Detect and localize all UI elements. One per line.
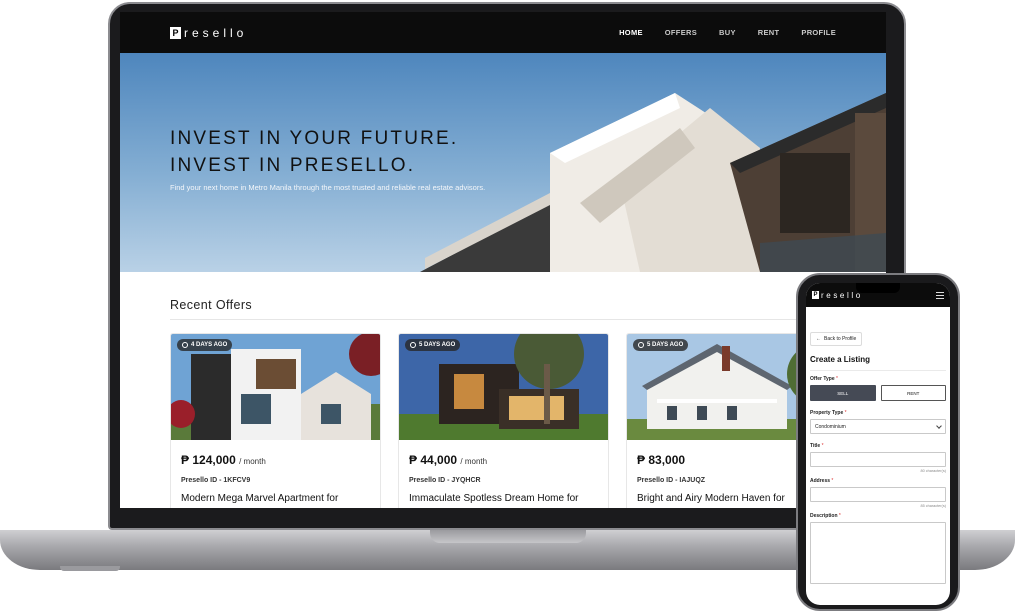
label-text: Address — [810, 478, 831, 484]
presello-id: Presello ID - JYQHCR — [409, 477, 481, 484]
divider — [170, 319, 810, 320]
posted-badge: 5 DAYS AGO — [633, 339, 689, 351]
laptop-screen: P resello HOME OFFERS BUY RENT PROFILE I… — [120, 12, 886, 508]
logo-text: resello — [821, 290, 863, 300]
listing-photo: 4 DAYS AGO — [171, 334, 380, 440]
presello-logo[interactable]: P resello — [812, 291, 863, 300]
label-text: Title — [810, 443, 821, 449]
laptop-opening-notch — [430, 530, 586, 543]
nav-profile[interactable]: PROFILE — [801, 28, 836, 37]
recent-offers-section: Recent Offers 4 DAYS AGO ₱ 124,000 / mon… — [120, 272, 886, 508]
card-body: ₱ 124,000 / month Presello ID - 1KFCV9 M… — [171, 440, 380, 504]
description-textarea[interactable] — [810, 522, 946, 584]
arrow-left-icon: ← — [816, 336, 821, 342]
back-to-profile-button[interactable]: ← Back to Profile — [810, 332, 863, 346]
nav-links: HOME OFFERS BUY RENT PROFILE — [619, 28, 836, 37]
offer-card[interactable]: 4 DAYS AGO ₱ 124,000 / month Presello ID… — [170, 333, 381, 508]
offer-card[interactable]: 5 DAYS AGO ₱ 44,000 / month Presello ID … — [398, 333, 609, 508]
phone-dynamic-island — [856, 283, 900, 293]
property-type-select[interactable]: Condominium — [810, 419, 946, 434]
logo-text: resello — [184, 25, 248, 40]
presello-logo[interactable]: P resello — [170, 26, 247, 40]
posted-badge: 4 DAYS AGO — [177, 339, 233, 351]
title-char-count: 80 character(s) — [920, 469, 946, 473]
hamburger-menu-icon[interactable] — [936, 291, 944, 299]
back-label: Back to Profile — [824, 336, 857, 342]
required-mark: * — [838, 513, 841, 519]
address-label: Address * — [810, 478, 946, 484]
label-text: Property Type — [810, 410, 844, 416]
logo-mark: P — [170, 26, 181, 39]
rent-option[interactable]: RENT — [880, 385, 946, 401]
price: ₱ 44,000 / month — [409, 453, 598, 467]
label-text: Description — [810, 513, 838, 519]
label-text: Offer Type — [810, 376, 835, 382]
chevron-down-icon — [936, 422, 942, 429]
divider — [810, 370, 946, 371]
clock-icon — [410, 342, 416, 348]
card-body: ₱ 44,000 / month Presello ID - JYQHCR Im… — [399, 440, 608, 504]
price: ₱ 124,000 / month — [181, 453, 370, 467]
listing-title[interactable]: Modern Mega Marvel Apartment for — [181, 493, 370, 504]
nav-rent[interactable]: RENT — [758, 28, 780, 37]
hero-banner: INVEST IN YOUR FUTURE. INVEST IN PRESELL… — [120, 53, 886, 272]
create-listing-form: ← Back to Profile Create a Listing Offer… — [806, 307, 950, 584]
sell-option[interactable]: SELL — [810, 385, 876, 401]
offer-type-toggle: SELL RENT — [810, 385, 946, 401]
device-mockup: P resello HOME OFFERS BUY RENT PROFILE I… — [0, 0, 1015, 614]
price-value: 83,000 — [648, 453, 686, 467]
description-label: Description * — [810, 513, 946, 519]
badge-label: 4 DAYS AGO — [191, 342, 228, 348]
top-nav: P resello HOME OFFERS BUY RENT PROFILE — [120, 12, 886, 53]
logo-mark: P — [812, 291, 819, 299]
currency-symbol: ₱ — [637, 453, 646, 467]
currency-symbol: ₱ — [181, 453, 190, 467]
badge-label: 5 DAYS AGO — [419, 342, 456, 348]
section-title: Recent Offers — [170, 298, 253, 312]
clock-icon — [638, 342, 644, 348]
form-heading: Create a Listing — [810, 355, 871, 364]
price-value: 124,000 — [192, 453, 236, 467]
hero-headline-line-1: INVEST IN YOUR FUTURE. — [170, 128, 459, 149]
presello-id: Presello ID - 1KFCV9 — [181, 477, 251, 484]
hero-subtext: Find your next home in Metro Manila thro… — [170, 183, 486, 192]
required-mark: * — [821, 443, 824, 449]
clock-icon — [182, 342, 188, 348]
price-period: / month — [239, 457, 266, 466]
title-label: Title * — [810, 443, 946, 449]
price-value: 44,000 — [420, 453, 458, 467]
listing-photo: 5 DAYS AGO — [399, 334, 608, 440]
title-input[interactable] — [810, 452, 946, 467]
required-mark: * — [836, 376, 838, 382]
price-period: / month — [460, 457, 488, 466]
nav-home[interactable]: HOME — [619, 28, 643, 37]
required-mark: * — [831, 478, 834, 484]
property-type-label: Property Type * — [810, 410, 946, 416]
hero-headline: INVEST IN YOUR FUTURE. INVEST IN PRESELL… — [170, 125, 458, 179]
offer-cards: 4 DAYS AGO ₱ 124,000 / month Presello ID… — [170, 333, 837, 508]
offer-type-label: Offer Type * — [810, 376, 946, 382]
required-mark: * — [844, 410, 847, 416]
nav-offers[interactable]: OFFERS — [665, 28, 697, 37]
hero-headline-line-2: INVEST IN PRESELLO. — [170, 155, 416, 176]
phone-screen: P resello ← Back to Profile Create a Lis… — [806, 283, 950, 605]
address-input[interactable] — [810, 487, 946, 502]
laptop-foot — [60, 566, 120, 571]
posted-badge: 5 DAYS AGO — [405, 339, 461, 351]
listing-title[interactable]: Immaculate Spotless Dream Home for — [409, 493, 598, 504]
nav-buy[interactable]: BUY — [719, 28, 736, 37]
currency-symbol: ₱ — [409, 453, 418, 467]
select-value: Condominium — [815, 423, 846, 430]
badge-label: 5 DAYS AGO — [647, 342, 684, 348]
address-char-count: 85 character(s) — [920, 504, 946, 508]
